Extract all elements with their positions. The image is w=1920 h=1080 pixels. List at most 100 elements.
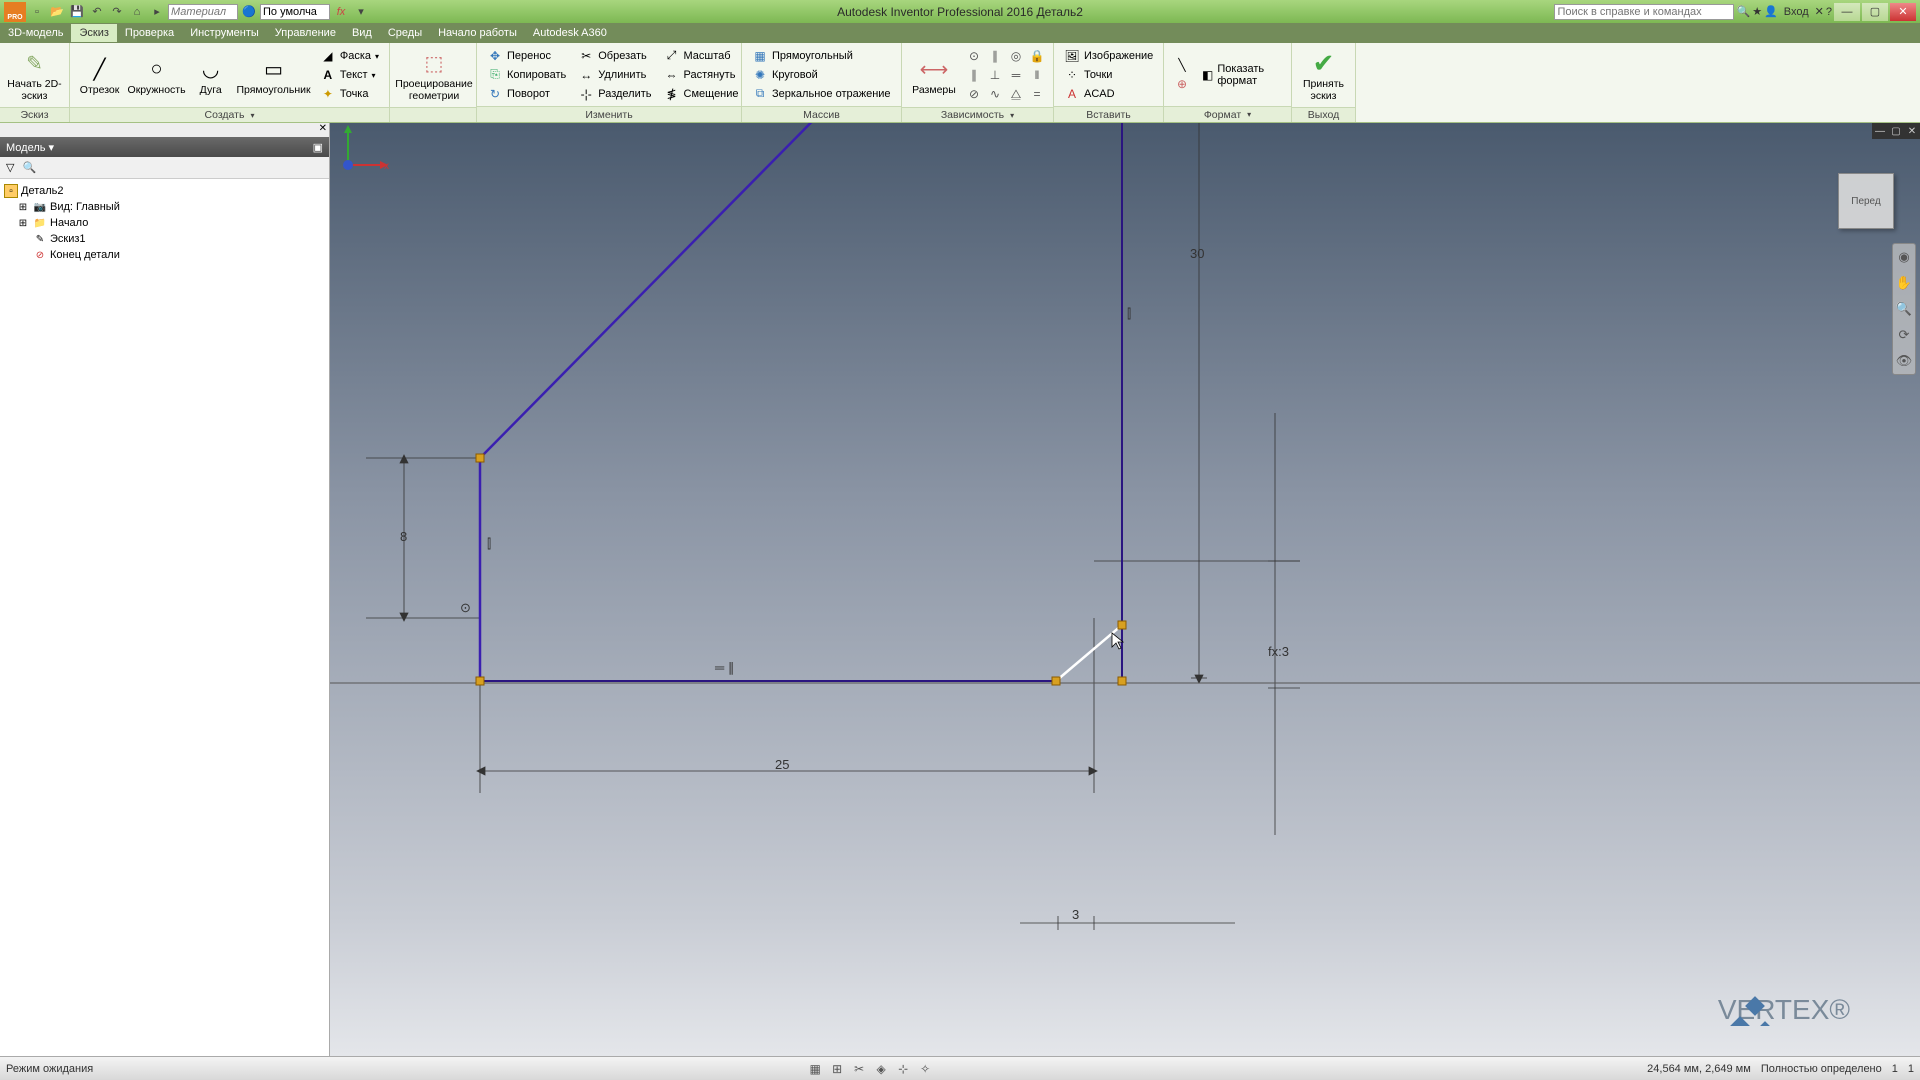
panel-exit-label: Выход (1292, 107, 1355, 122)
browser-header[interactable]: Модель ▾ ▣ (0, 137, 329, 157)
showall-icon[interactable]: ◈ (873, 1061, 889, 1077)
scale-button[interactable]: ⤢Масштаб (660, 47, 743, 65)
minimize-button[interactable]: ― (1834, 3, 1860, 21)
constraint-parallel-icon[interactable]: ∥ (964, 66, 984, 84)
panel-create-label[interactable]: Создать (70, 107, 389, 122)
constraint-vertical-icon[interactable]: ‖ (1027, 66, 1047, 84)
constraint-concentric-icon[interactable]: ◎ (1006, 47, 1026, 65)
tree-sketch[interactable]: ✎Эскиз1 (2, 231, 327, 247)
star-icon[interactable]: ★ (1752, 5, 1762, 18)
tab-manage[interactable]: Управление (267, 24, 344, 42)
panel-constrain-label[interactable]: Зависимость (902, 107, 1053, 122)
tab-getstarted[interactable]: Начало работы (430, 24, 525, 42)
tree-origin[interactable]: ⊞📁Начало (2, 215, 327, 231)
acad-button[interactable]: AACAD (1060, 85, 1157, 103)
constraint-collinear-icon[interactable]: ∥ (985, 47, 1005, 65)
rectangle-button[interactable]: ▭Прямоугольник (235, 45, 312, 105)
tab-a360[interactable]: Autodesk A360 (525, 24, 615, 42)
acad-icon: A (1064, 86, 1080, 102)
save-icon[interactable]: 💾 (68, 3, 86, 21)
search-btn-icon[interactable]: 🔍 (1736, 5, 1750, 18)
home-icon[interactable]: ⌂ (128, 3, 146, 21)
status-bar: Режим ожидания ▦ ⊞ ✂ ◈ ⊹ ✧ 24,564 мм, 2,… (0, 1056, 1920, 1080)
arc-button[interactable]: ◡Дуга (190, 45, 231, 105)
rotate-button[interactable]: ↻Поворот (483, 85, 570, 103)
appearance-dropdown[interactable] (260, 4, 330, 20)
extend-button[interactable]: ↔Удлинить (574, 66, 655, 84)
circ-pattern-button[interactable]: ✺Круговой (748, 66, 895, 84)
start-2d-sketch-button[interactable]: ✎ Начать 2D-эскиз (6, 45, 63, 105)
sketch-canvas[interactable]: ― ▢ ✕ (330, 123, 1920, 1056)
title-bar: PRO ▫ 📂 💾 ↶ ↷ ⌂ ▸ 🔵 fx ▾ Autodesk Invent… (0, 0, 1920, 23)
slice-icon[interactable]: ✂ (851, 1061, 867, 1077)
points-button[interactable]: ⁘Точки (1060, 66, 1157, 84)
fx-icon[interactable]: fx (332, 3, 350, 21)
login-link[interactable]: Вход (1784, 6, 1809, 18)
help-icon[interactable]: ? (1826, 6, 1832, 18)
stretch-button[interactable]: ⇔Растянуть (660, 66, 743, 84)
dimension-button[interactable]: ⟷Размеры (908, 45, 960, 105)
fillet-button[interactable]: ◢Фаска▾ (316, 47, 383, 65)
constraint-equal-icon[interactable]: = (1027, 85, 1047, 103)
tab-view[interactable]: Вид (344, 24, 380, 42)
snap-icon[interactable]: ▦ (807, 1061, 823, 1077)
finish-sketch-button[interactable]: ✔Принять эскиз (1298, 45, 1349, 105)
construction-button[interactable]: ╲ (1170, 56, 1194, 74)
new-icon[interactable]: ▫ (28, 3, 46, 21)
copy-button[interactable]: ⎘Копировать (483, 66, 570, 84)
show-format-button[interactable]: ◧Показать формат (1198, 66, 1285, 84)
trim-button[interactable]: ✂Обрезать (574, 47, 655, 65)
browser-close-icon[interactable]: ✕ (319, 123, 327, 137)
exchange-icon[interactable]: ✕ (1815, 5, 1824, 18)
open-icon[interactable]: 📂 (48, 3, 66, 21)
project-geometry-button[interactable]: ⬚Проецирование геометрии (396, 45, 472, 105)
redo-icon[interactable]: ↷ (108, 3, 126, 21)
constraint-tangent-icon[interactable]: ⊘ (964, 85, 984, 103)
browser-options-icon[interactable]: ▣ (313, 141, 323, 154)
constraint-symmetric-icon[interactable]: ⧋ (1006, 85, 1026, 103)
rotate-icon: ↻ (487, 86, 503, 102)
app-logo[interactable]: PRO (4, 2, 26, 22)
qat-overflow[interactable]: ▾ (352, 3, 370, 21)
user-icon[interactable]: 👤 (1764, 5, 1778, 18)
snap3-icon[interactable]: ✧ (917, 1061, 933, 1077)
filter-icon[interactable]: ▽ (6, 161, 14, 174)
find-icon[interactable]: 🔍 (22, 161, 36, 174)
constraint-fix-icon[interactable]: 🔒 (1027, 47, 1047, 65)
rect-pattern-button[interactable]: ▦Прямоугольный (748, 47, 895, 65)
mirror-button[interactable]: ⧉Зеркальное отражение (748, 85, 895, 103)
close-button[interactable]: ✕ (1890, 3, 1916, 21)
tree-view[interactable]: ⊞📷Вид: Главный (2, 199, 327, 215)
undo-icon[interactable]: ↶ (88, 3, 106, 21)
tab-inspect[interactable]: Проверка (117, 24, 182, 42)
offset-button[interactable]: ≸Смещение (660, 85, 743, 103)
snap2-icon[interactable]: ⊹ (895, 1061, 911, 1077)
constraint-perpendicular-icon[interactable]: ⊥ (985, 66, 1005, 84)
appearance-icon[interactable]: 🔵 (240, 3, 258, 21)
maximize-button[interactable]: ▢ (1862, 3, 1888, 21)
split-button[interactable]: -¦-Разделить (574, 85, 655, 103)
panel-format-label[interactable]: Формат (1164, 106, 1291, 122)
tab-environments[interactable]: Среды (380, 24, 430, 42)
check-icon: ✔ (1308, 47, 1340, 79)
text-button[interactable]: AТекст▾ (316, 66, 383, 84)
move-button[interactable]: ✥Перенос (483, 47, 570, 65)
tree-root[interactable]: ▫Деталь2 (2, 183, 327, 199)
constraint-horizontal-icon[interactable]: ═ (1006, 66, 1026, 84)
tab-tools[interactable]: Инструменты (182, 24, 267, 42)
line-button[interactable]: ╱Отрезок (76, 45, 123, 105)
circle-button[interactable]: ○Окружность (127, 45, 186, 105)
grid-icon[interactable]: ⊞ (829, 1061, 845, 1077)
help-search[interactable] (1554, 4, 1734, 20)
material-dropdown[interactable] (168, 4, 238, 20)
centerline-button[interactable]: ⊕ (1170, 75, 1194, 93)
tree-end[interactable]: ⊘Конец детали (2, 247, 327, 263)
image-button[interactable]: 🖼Изображение (1060, 47, 1157, 65)
select-icon[interactable]: ▸ (148, 3, 166, 21)
point-button[interactable]: ✦Точка (316, 85, 383, 103)
status-n2: 1 (1908, 1063, 1914, 1075)
constraint-smooth-icon[interactable]: ∿ (985, 85, 1005, 103)
tab-3dmodel[interactable]: 3D-модель (0, 24, 71, 42)
constraint-coincident-icon[interactable]: ⊙ (964, 47, 984, 65)
tab-sketch[interactable]: Эскиз (71, 24, 116, 42)
